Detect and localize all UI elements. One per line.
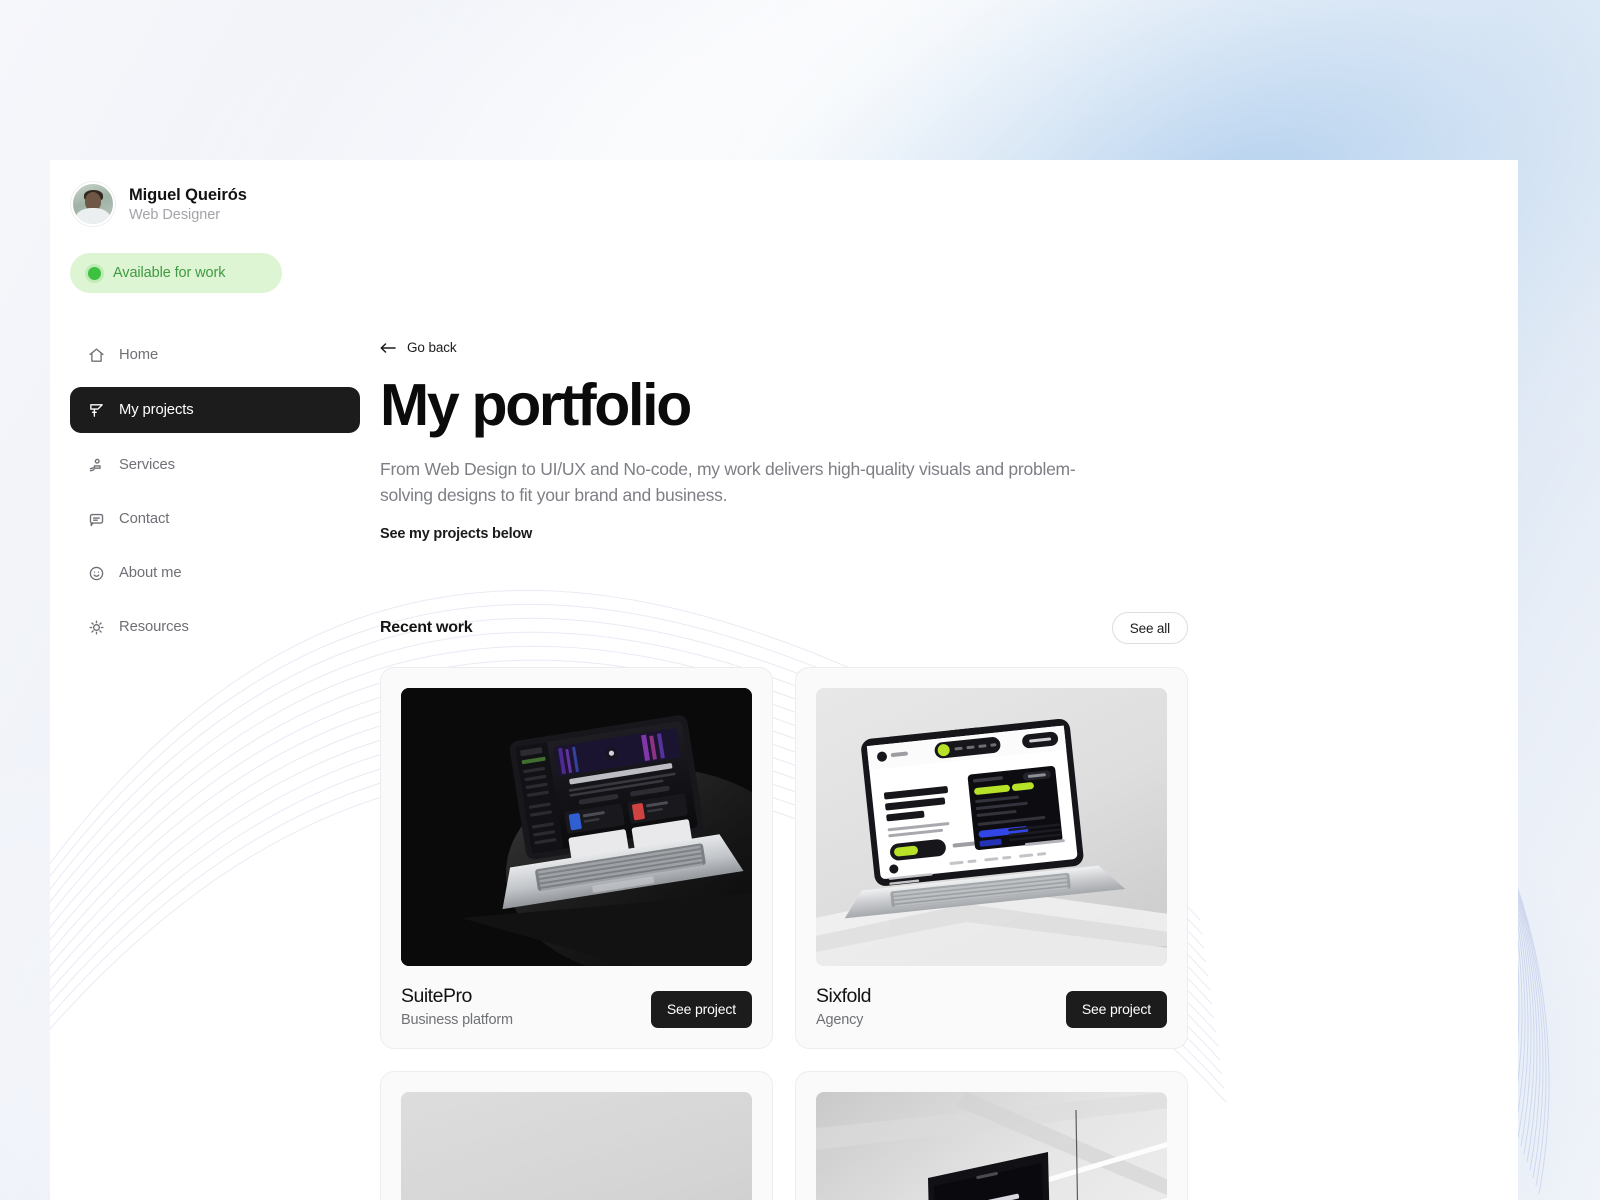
project-card[interactable]: SuitePro Business platform See project [380,667,773,1049]
message-icon [88,511,105,528]
project-cards-grid-row2: See project [380,1070,1188,1200]
go-back-link[interactable]: Go back [380,340,457,355]
light-laptop-mockup-art [816,688,1167,967]
sidebar-item-label: Home [119,347,159,363]
status-dot-icon [88,266,101,280]
project-card[interactable]: See project [380,1070,773,1200]
see-project-button[interactable]: See project [1065,990,1167,1028]
angled-dark-laptop-mockup-art [816,1091,1167,1200]
services-icon [88,457,105,474]
recent-work-header: Recent work See all [380,612,1188,645]
project-card[interactable]: Sixfold Agency See project [795,667,1188,1049]
sidebar-item-home[interactable]: Home [70,333,360,377]
project-thumbnail [816,1091,1167,1200]
layers-icon [88,402,105,419]
sidebar: Miguel Queirós Web Designer Available fo… [50,160,380,1200]
lightbulb-icon [88,619,105,636]
profile-role: Web Designer [129,206,221,223]
go-back-label: Go back [407,340,457,355]
profile-block: Miguel Queirós Web Designer [70,182,360,226]
project-tag: Business platform [401,1011,513,1028]
arrow-left-icon [380,341,396,355]
sidebar-nav: Home My projects Services Contact About … [70,333,360,659]
sidebar-item-label: Contact [119,511,170,527]
status-badge: Available for work [70,253,282,293]
home-icon [88,347,105,364]
sub-note: See my projects below [380,526,533,543]
project-tag: Agency [816,1011,864,1028]
app-panel: Miguel Queirós Web Designer Available fo… [50,160,1518,1200]
smiley-icon [88,565,105,582]
project-name: SuitePro [401,985,472,1008]
sidebar-item-label: Services [119,457,175,473]
sidebar-item-label: About me [119,565,182,581]
status-label: Available for work [113,265,226,281]
sidebar-item-resources[interactable]: Resources [70,605,360,649]
page-lede: From Web Design to UI/UX and No-code, my… [380,458,1076,505]
profile-name: Miguel Queirós [129,185,247,204]
project-name: Sixfold [816,985,872,1008]
sidebar-item-my-projects[interactable]: My projects [70,387,360,433]
project-cards-grid: SuitePro Business platform See project S… [380,667,1188,1049]
sidebar-item-contact[interactable]: Contact [70,497,360,541]
project-thumbnail [816,688,1167,967]
section-title: Recent work [380,619,473,637]
page-title: My portfolio [380,372,692,438]
sidebar-item-services[interactable]: Services [70,443,360,487]
see-project-button[interactable]: See project [650,990,752,1028]
dark-laptop-mockup-art [401,688,752,967]
sidebar-item-label: My projects [119,402,194,418]
storefront-laptop-mockup-art [401,1091,752,1200]
sidebar-item-label: Resources [119,619,189,635]
project-thumbnail [401,688,752,967]
main-content: Go back My portfolio From Web Design to … [380,160,1518,1200]
see-all-button[interactable]: See all [1111,612,1188,645]
project-card[interactable]: See project [795,1070,1188,1200]
sidebar-item-about-me[interactable]: About me [70,551,360,595]
avatar [71,182,115,226]
project-thumbnail [401,1091,752,1200]
